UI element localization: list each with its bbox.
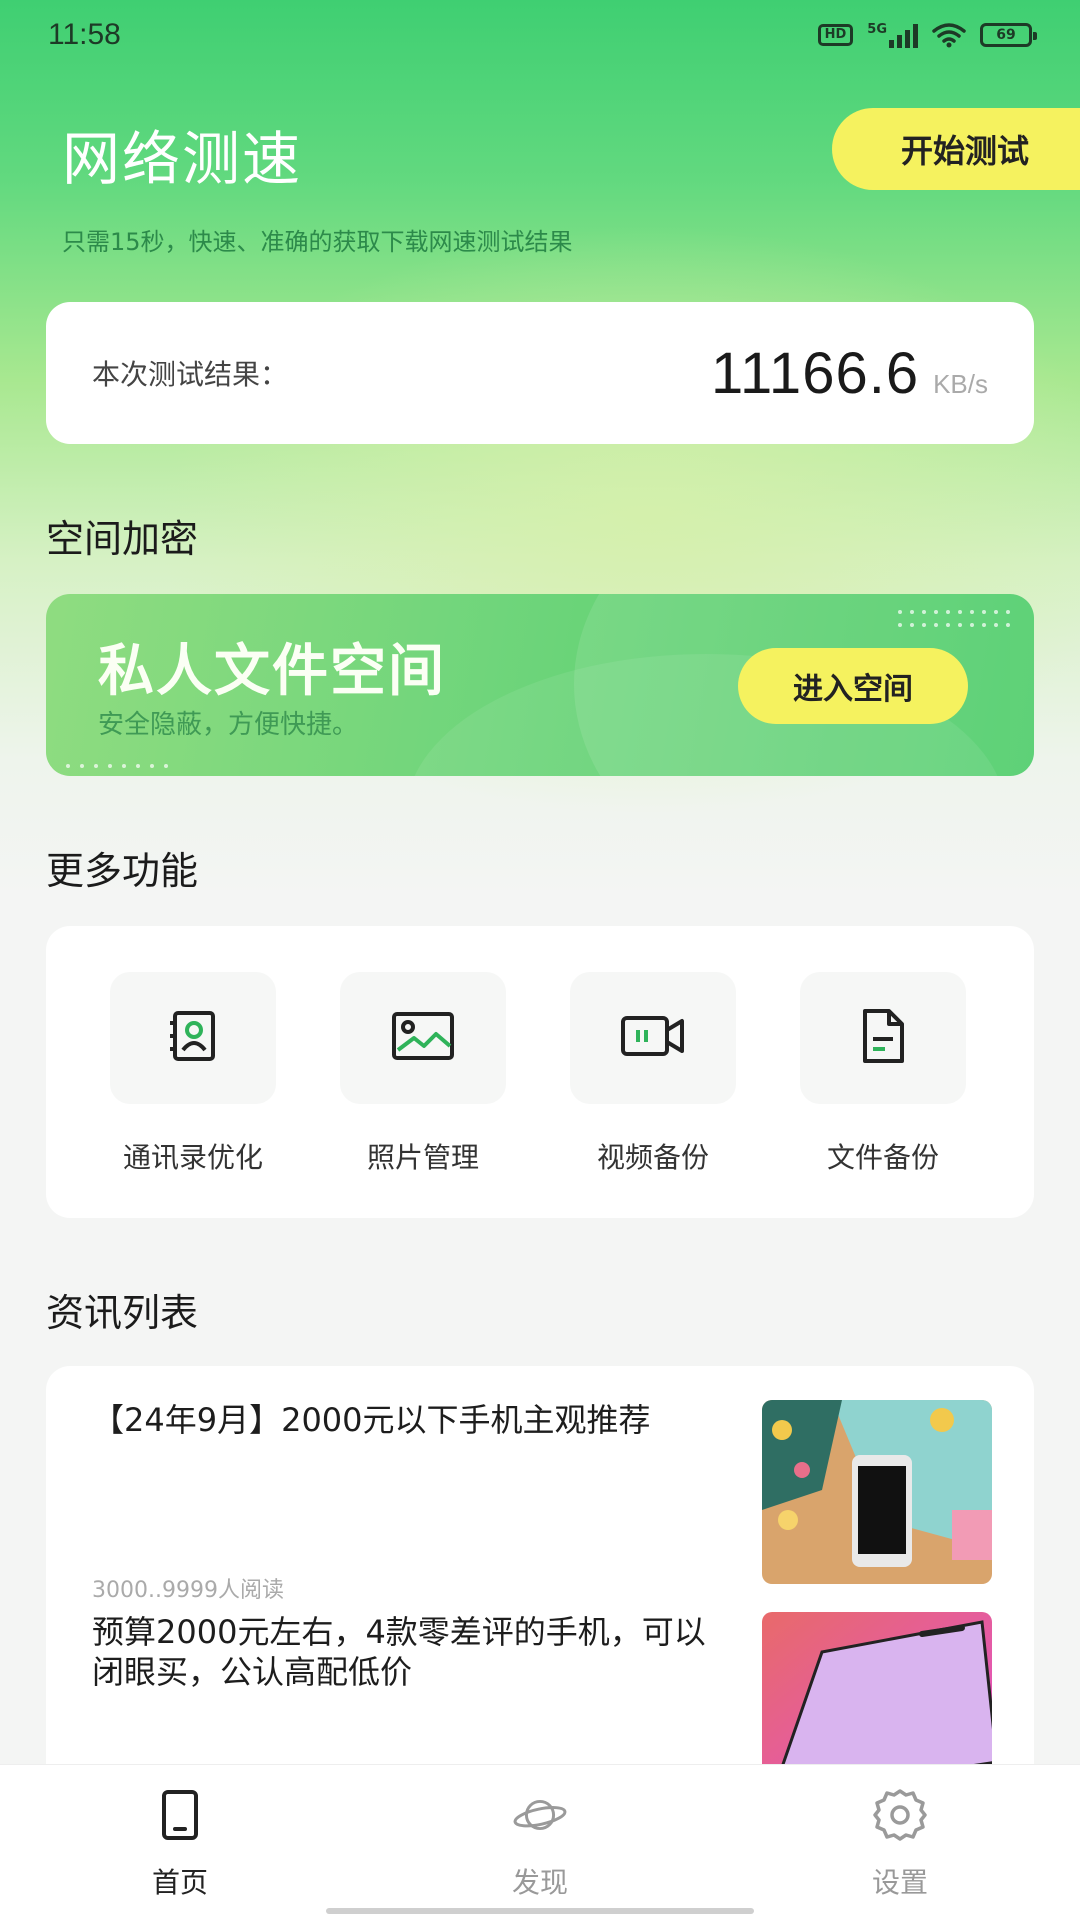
result-value-group: 11166.6 KB/s — [711, 340, 988, 407]
function-label: 文件备份 — [826, 1141, 939, 1174]
hd-icon: HD — [817, 24, 854, 46]
result-unit: KB/s — [933, 368, 988, 399]
space-section-title: 空间加密 — [46, 517, 199, 561]
contacts-icon — [163, 1006, 223, 1070]
battery-icon: 69 — [980, 23, 1037, 47]
tab-label: 设置 — [871, 1866, 928, 1899]
page-title: 网络测速 — [62, 125, 303, 193]
news-title: 【24年9月】2000元以下手机主观推荐 — [92, 1401, 651, 1439]
page-subtitle: 只需15秒，快速、准确的获取下载网速测试结果 — [62, 228, 573, 256]
dots-decoration — [898, 610, 1010, 627]
news-item[interactable]: 【24年9月】2000元以下手机主观推荐 3000..9999人阅读 — [92, 1400, 992, 1620]
tab-label: 首页 — [151, 1866, 208, 1899]
home-indicator[interactable] — [326, 1908, 754, 1914]
function-file-backup[interactable]: 文件备份 — [788, 972, 978, 1176]
function-label: 照片管理 — [366, 1141, 479, 1174]
enter-space-button[interactable]: 进入空间 — [738, 648, 968, 724]
private-space-banner[interactable]: 私人文件空间 安全隐蔽，方便快捷。 进入空间 — [46, 594, 1034, 776]
photo-icon — [390, 1008, 456, 1068]
function-label: 视频备份 — [596, 1141, 709, 1174]
start-test-button[interactable]: 开始测试 — [832, 108, 1080, 190]
function-video-backup[interactable]: 视频备份 — [558, 972, 748, 1176]
news-read-count: 3000..9999人阅读 — [92, 1578, 284, 1603]
function-contacts-optimize[interactable]: 通讯录优化 — [98, 972, 288, 1176]
tab-settings[interactable]: 设置 — [800, 1787, 1000, 1901]
video-icon — [618, 1008, 688, 1068]
status-time: 11:58 — [48, 18, 121, 51]
tab-label: 发现 — [511, 1866, 568, 1899]
function-photo-manage[interactable]: 照片管理 — [328, 972, 518, 1176]
tab-discover[interactable]: 发现 — [440, 1787, 640, 1901]
function-label: 通讯录优化 — [122, 1141, 263, 1174]
wifi-icon — [932, 22, 966, 48]
banner-subtitle: 安全隐蔽，方便快捷。 — [98, 710, 359, 740]
cellular-signal-icon: 5G — [867, 22, 918, 48]
status-bar: 11:58 HD 5G 69 — [0, 0, 1080, 70]
planet-icon — [512, 1787, 568, 1843]
news-section-title: 资讯列表 — [46, 1291, 199, 1335]
result-card: 本次测试结果： 11166.6 KB/s — [46, 302, 1034, 444]
file-icon — [855, 1006, 911, 1070]
functions-section-title: 更多功能 — [46, 849, 199, 893]
status-icons: HD 5G 69 — [817, 22, 1037, 48]
functions-card: 通讯录优化 照片管理 视频备份 文件备份 — [46, 926, 1034, 1218]
result-value: 11166.6 — [711, 340, 920, 406]
bottom-tab-bar: 首页 发现 设置 — [0, 1764, 1080, 1920]
news-thumbnail — [762, 1400, 992, 1584]
news-title: 预算2000元左右，4款零差评的手机，可以闭眼买，公认高配低价 — [92, 1613, 706, 1691]
result-label: 本次测试结果： — [92, 358, 289, 391]
tab-home[interactable]: 首页 — [80, 1787, 280, 1901]
phone-icon — [152, 1787, 208, 1843]
dots-decoration — [66, 764, 168, 768]
gear-icon — [872, 1787, 928, 1843]
banner-title: 私人文件空间 — [98, 639, 446, 704]
